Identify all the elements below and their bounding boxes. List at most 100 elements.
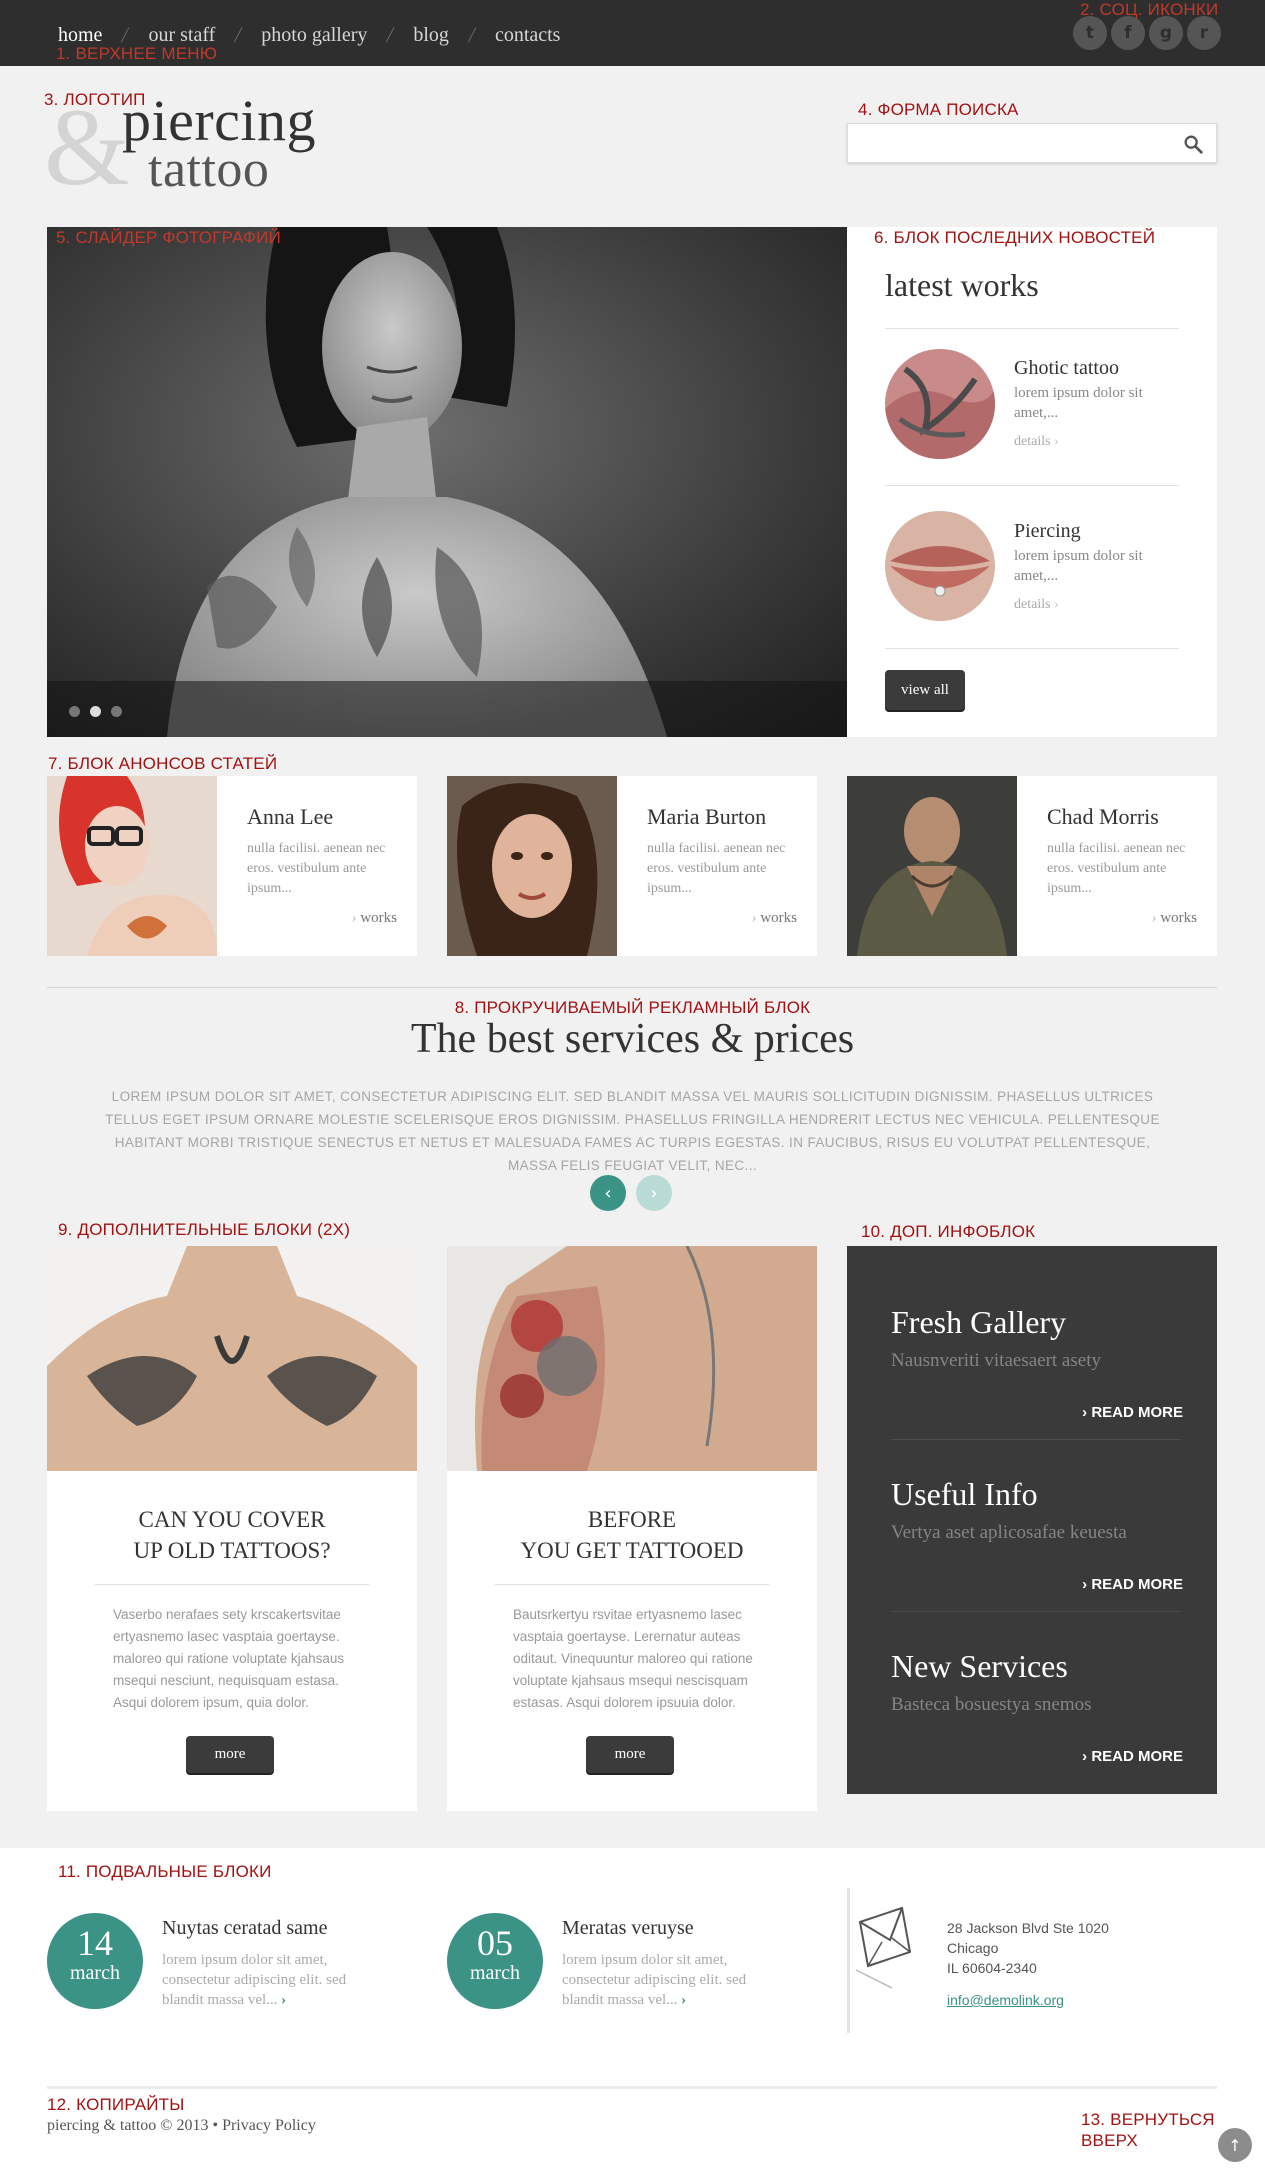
works-link[interactable]: › works bbox=[752, 910, 797, 927]
envelope-icon bbox=[855, 1906, 912, 1989]
twitter-icon[interactable]: t bbox=[1073, 16, 1107, 50]
nav-item-photo-gallery[interactable]: photo gallery bbox=[261, 24, 367, 47]
address-line: IL 60604-2340 bbox=[947, 1960, 1037, 1976]
footer-news-title[interactable]: Meratas veruyse bbox=[562, 1917, 694, 1940]
chevron-right-icon[interactable]: › bbox=[681, 1992, 686, 2008]
works-label: works bbox=[1160, 910, 1197, 926]
slider-photo bbox=[47, 227, 847, 737]
view-all-button[interactable]: view all bbox=[885, 670, 965, 710]
slider-dot-active[interactable] bbox=[90, 706, 101, 717]
photo-slider[interactable] bbox=[47, 227, 847, 737]
article-excerpt: nulla facilisi. aenean nec eros. vestibu… bbox=[247, 841, 386, 896]
nav-separator: / bbox=[233, 22, 244, 47]
promo-next-button[interactable]: › bbox=[636, 1175, 672, 1211]
dark-info-block: Fresh Gallery Nausnveriti vitaesaert ase… bbox=[847, 1246, 1217, 1794]
footer-news-title[interactable]: Nuytas ceratad same bbox=[162, 1917, 327, 1940]
footer-email-link[interactable]: info@demolink.org bbox=[947, 1992, 1064, 2008]
work-thumb-tattoo[interactable] bbox=[885, 349, 995, 459]
date-month: march bbox=[70, 1962, 120, 1984]
more-button[interactable]: more bbox=[586, 1736, 674, 1773]
nav-separator: / bbox=[466, 22, 478, 47]
search-input[interactable] bbox=[848, 124, 1168, 162]
more-button[interactable]: more bbox=[186, 1736, 274, 1773]
divider bbox=[47, 987, 1217, 988]
works-label: works bbox=[360, 910, 397, 926]
work-details-link[interactable]: details › bbox=[1014, 597, 1059, 613]
chevron-right-icon[interactable]: › bbox=[281, 1992, 286, 2008]
annotation-footer-blocks: 11. ПОДВАЛЬНЫЕ БЛОКИ bbox=[58, 1862, 272, 1881]
read-more-link[interactable]: › READ MORE bbox=[1082, 1404, 1183, 1421]
date-month: march bbox=[470, 1962, 520, 1984]
chevron-right-icon: › bbox=[751, 910, 757, 926]
info-block-photo bbox=[47, 1246, 417, 1471]
chevron-right-icon: › bbox=[1151, 910, 1157, 926]
divider bbox=[891, 1439, 1181, 1440]
article-name[interactable]: Anna Lee bbox=[247, 804, 333, 830]
social-icons: t f g r bbox=[1073, 16, 1221, 50]
copyright-text: piercing & tattoo © 2013 • Privacy Polic… bbox=[47, 2117, 316, 2134]
info-block-text: Vaserbo nerafaes sety krscakertsvitae er… bbox=[113, 1607, 345, 1710]
nav-item-blog[interactable]: blog bbox=[413, 24, 449, 47]
read-more-link[interactable]: › READ MORE bbox=[1082, 1748, 1183, 1765]
footer-news-text: lorem ipsum dolor sit amet, consectetur … bbox=[162, 1950, 362, 2010]
chevron-right-icon: › bbox=[650, 1182, 658, 1204]
work-thumb-piercing[interactable] bbox=[885, 511, 995, 621]
read-more-label: READ MORE bbox=[1091, 1404, 1183, 1421]
nav-item-contacts[interactable]: contacts bbox=[495, 24, 561, 47]
title-line-1: BEFORE bbox=[587, 1507, 677, 1532]
chevron-left-icon: ‹ bbox=[604, 1182, 612, 1204]
divider bbox=[885, 485, 1179, 486]
annotation-social-icons: 2. СОЦ. ИКОНКИ bbox=[1080, 0, 1219, 19]
article-excerpt: nulla facilisi. aenean nec eros. vestibu… bbox=[647, 841, 786, 896]
search-icon[interactable] bbox=[1182, 133, 1204, 155]
dark-block-title[interactable]: Fresh Gallery bbox=[891, 1304, 1066, 1341]
back-to-top-button[interactable]: ↑ bbox=[1218, 2128, 1252, 2162]
google-plus-icon[interactable]: g bbox=[1149, 16, 1183, 50]
article-name[interactable]: Maria Burton bbox=[647, 804, 766, 830]
date-day: 05 bbox=[477, 1923, 513, 1963]
work-title[interactable]: Piercing bbox=[1014, 520, 1081, 543]
read-more-link[interactable]: › READ MORE bbox=[1082, 1576, 1183, 1593]
details-label: details bbox=[1014, 597, 1051, 612]
nav-separator: / bbox=[385, 22, 396, 47]
dark-block-subtitle: Nausnveriti vitaesaert asety bbox=[891, 1350, 1101, 1371]
annotation-search: 4. ФОРМА ПОИСКА bbox=[858, 100, 1019, 119]
works-link[interactable]: › works bbox=[1152, 910, 1197, 927]
info-block-title: BEFORE YOU GET TATTOOED bbox=[447, 1504, 817, 1566]
address-line: Chicago bbox=[947, 1940, 999, 1956]
chevron-right-icon: › bbox=[351, 910, 357, 926]
annotation-extra-blocks: 9. ДОПОЛНИТЕЛЬНЫЕ БЛОКИ (2Х) bbox=[58, 1220, 351, 1239]
article-name[interactable]: Chad Morris bbox=[1047, 804, 1159, 830]
facebook-icon[interactable]: f bbox=[1111, 16, 1145, 50]
promo-prev-button[interactable]: ‹ bbox=[590, 1175, 626, 1211]
latest-works-panel: latest works Ghotic tattoo lorem ipsum d… bbox=[847, 227, 1217, 737]
details-label: details bbox=[1014, 434, 1051, 449]
article-photo[interactable] bbox=[847, 776, 1017, 956]
footer-news-text: lorem ipsum dolor sit amet, consectetur … bbox=[562, 1950, 762, 2010]
footer-news-excerpt: lorem ipsum dolor sit amet, consectetur … bbox=[162, 1952, 347, 2008]
rss-icon[interactable]: r bbox=[1187, 16, 1221, 50]
article-card: Chad Morris nulla facilisi. aenean nec e… bbox=[847, 776, 1217, 956]
dark-block-title[interactable]: New Services bbox=[891, 1648, 1068, 1685]
divider bbox=[891, 1611, 1181, 1612]
date-badge: 14 march bbox=[47, 1913, 143, 2009]
date-day: 14 bbox=[77, 1923, 113, 1963]
read-more-label: READ MORE bbox=[1091, 1576, 1183, 1593]
work-details-link[interactable]: details › bbox=[1014, 434, 1059, 450]
dark-block-subtitle: Basteca bosuestya snemos bbox=[891, 1694, 1092, 1715]
works-link[interactable]: › works bbox=[352, 910, 397, 927]
info-block-photo bbox=[447, 1246, 817, 1471]
title-line-2: YOU GET TATTOOED bbox=[520, 1538, 744, 1563]
article-photo[interactable] bbox=[47, 776, 217, 956]
work-title[interactable]: Ghotic tattoo bbox=[1014, 357, 1119, 380]
divider bbox=[885, 648, 1179, 649]
slider-dot[interactable] bbox=[111, 706, 122, 717]
divider bbox=[495, 1584, 769, 1585]
slider-dot[interactable] bbox=[69, 706, 80, 717]
dark-block-title[interactable]: Useful Info bbox=[891, 1476, 1038, 1513]
title-line-2: UP OLD TATTOOS? bbox=[133, 1538, 331, 1563]
divider bbox=[885, 328, 1179, 329]
annotation-slider: 5. СЛАЙДЕР ФОТОГРАФИЙ bbox=[56, 228, 281, 247]
work-description: lorem ipsum dolor sit amet,... bbox=[1014, 385, 1143, 421]
article-photo[interactable] bbox=[447, 776, 617, 956]
